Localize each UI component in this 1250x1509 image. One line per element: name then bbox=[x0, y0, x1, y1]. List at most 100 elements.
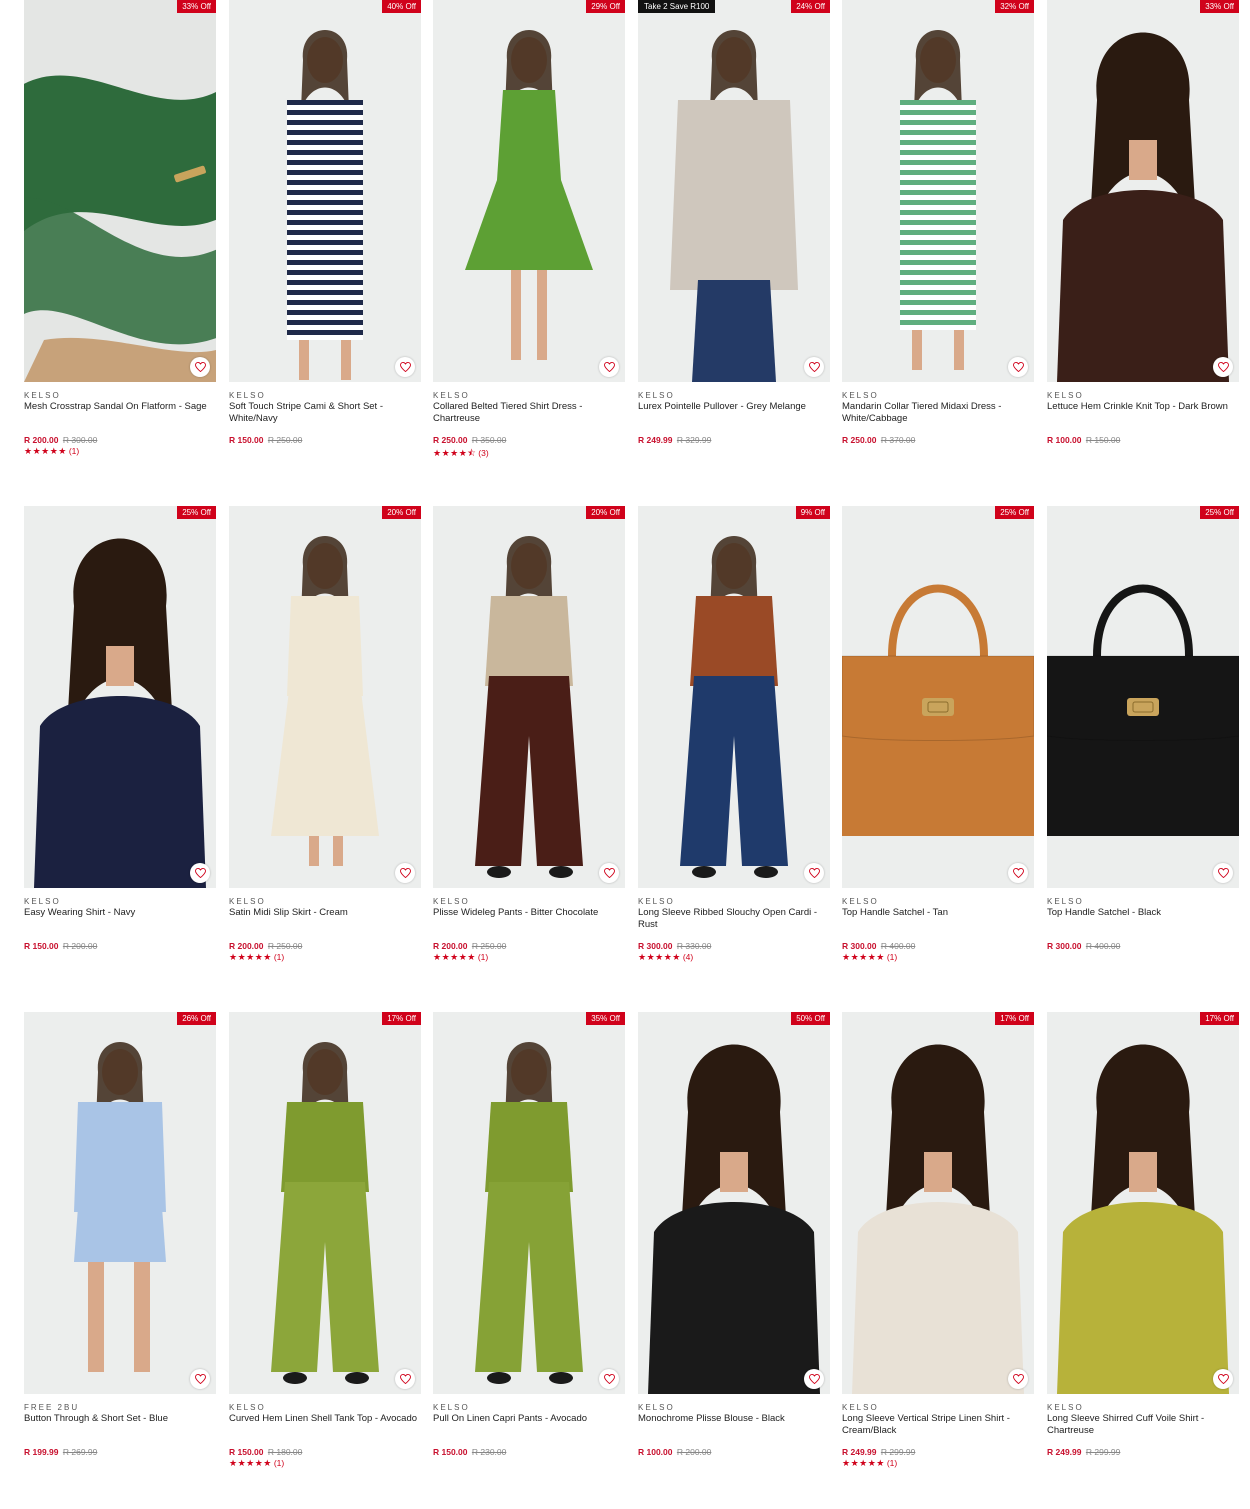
product-image[interactable]: 25% Off bbox=[24, 506, 216, 888]
product-image[interactable]: 32% Off bbox=[842, 0, 1034, 382]
product-card[interactable]: 32% Off KELSO Mandarin Collar Tiered Mida… bbox=[842, 0, 1034, 480]
wishlist-button[interactable] bbox=[1213, 1369, 1233, 1389]
product-image[interactable]: 33% Off bbox=[24, 0, 216, 382]
product-card[interactable]: 17% Off KELSO Long Sleeve Shirred Cuff Vo… bbox=[1047, 1012, 1239, 1492]
product-card[interactable]: Take 2 Save R100 24% Off KELSO Lurex Point… bbox=[638, 0, 830, 480]
product-card[interactable]: 33% Off KELSO Lettuce Hem Crinkle Knit To… bbox=[1047, 0, 1239, 480]
product-image[interactable]: Take 2 Save R100 24% Off bbox=[638, 0, 830, 382]
product-image[interactable]: 26% Off bbox=[24, 1012, 216, 1394]
wishlist-button[interactable] bbox=[395, 1369, 415, 1389]
wishlist-button[interactable] bbox=[1008, 357, 1028, 377]
sale-price: R 249.99 bbox=[638, 435, 673, 445]
star-rating[interactable]: ★★★★⯪ (3) bbox=[433, 446, 489, 462]
product-brand: KELSO bbox=[842, 897, 879, 906]
discount-badge: 25% Off bbox=[1200, 506, 1239, 519]
original-price: R 250.00 bbox=[267, 435, 303, 445]
wishlist-button[interactable] bbox=[599, 1369, 619, 1389]
price-row: R 200.00 R 300.00 bbox=[24, 435, 97, 445]
star-rating[interactable]: ★★★★★ (4) bbox=[638, 952, 693, 963]
product-name[interactable]: Easy Wearing Shirt - Navy bbox=[24, 907, 216, 919]
sale-price: R 200.00 bbox=[433, 941, 468, 951]
wishlist-button[interactable] bbox=[190, 863, 210, 883]
product-image[interactable]: 17% Off bbox=[229, 1012, 421, 1394]
product-image[interactable]: 20% Off bbox=[229, 506, 421, 888]
product-card[interactable]: 17% Off KELSO Curved Hem Linen Shell Tank… bbox=[229, 1012, 421, 1492]
product-image[interactable]: 9% Off bbox=[638, 506, 830, 888]
product-image[interactable]: 17% Off bbox=[1047, 1012, 1239, 1394]
product-card[interactable]: 26% Off FREE 2BU Button Through & Short S… bbox=[24, 1012, 216, 1492]
wishlist-button[interactable] bbox=[599, 863, 619, 883]
product-image[interactable]: 25% Off bbox=[1047, 506, 1239, 888]
product-name[interactable]: Collared Belted Tiered Shirt Dress - Cha… bbox=[433, 401, 625, 424]
wishlist-button[interactable] bbox=[395, 863, 415, 883]
product-card[interactable]: 9% Off KELSO Long Sleeve Ribbed Slouchy O… bbox=[638, 506, 830, 986]
product-card[interactable]: 33% Off KELSO Mesh Crosstrap Sandal On Fl… bbox=[24, 0, 216, 480]
price-row: R 300.00 R 330.00 bbox=[638, 941, 711, 951]
product-card[interactable]: 20% Off KELSO Satin Midi Slip Skirt - Cre… bbox=[229, 506, 421, 986]
product-card[interactable]: 50% Off KELSO Monochrome Plisse Blouse - … bbox=[638, 1012, 830, 1492]
product-image[interactable]: 25% Off bbox=[842, 506, 1034, 888]
original-price: R 300.00 bbox=[62, 435, 98, 445]
product-name[interactable]: Monochrome Plisse Blouse - Black bbox=[638, 1413, 830, 1425]
product-image[interactable]: 29% Off bbox=[433, 0, 625, 382]
product-name[interactable]: Mesh Crosstrap Sandal On Flatform - Sage bbox=[24, 401, 216, 413]
sale-price: R 100.00 bbox=[638, 1447, 673, 1457]
product-image[interactable]: 17% Off bbox=[842, 1012, 1034, 1394]
product-image-illustration bbox=[229, 1012, 421, 1394]
price-row: R 249.99 R 329.99 bbox=[638, 435, 711, 445]
wishlist-button[interactable] bbox=[1008, 1369, 1028, 1389]
star-rating[interactable]: ★★★★★ (1) bbox=[229, 952, 284, 963]
product-card[interactable]: 20% Off KELSO Plisse Wideleg Pants - Bitt… bbox=[433, 506, 625, 986]
wishlist-button[interactable] bbox=[395, 357, 415, 377]
product-name[interactable]: Curved Hem Linen Shell Tank Top - Avocad… bbox=[229, 1413, 421, 1425]
product-image[interactable]: 35% Off bbox=[433, 1012, 625, 1394]
star-rating[interactable]: ★★★★★ (1) bbox=[842, 1458, 897, 1469]
wishlist-button[interactable] bbox=[1213, 357, 1233, 377]
product-name[interactable]: Mandarin Collar Tiered Midaxi Dress - Wh… bbox=[842, 401, 1034, 424]
product-brand: KELSO bbox=[842, 391, 879, 400]
price-row: R 200.00 R 250.00 bbox=[229, 941, 302, 951]
product-card[interactable]: 25% Off KELSO Top Handle Satchel - Black R… bbox=[1047, 506, 1239, 986]
wishlist-button[interactable] bbox=[804, 357, 824, 377]
product-name[interactable]: Satin Midi Slip Skirt - Cream bbox=[229, 907, 421, 919]
product-name[interactable]: Long Sleeve Ribbed Slouchy Open Cardi - … bbox=[638, 907, 830, 930]
product-name[interactable]: Lettuce Hem Crinkle Knit Top - Dark Brow… bbox=[1047, 401, 1239, 413]
product-card[interactable]: 35% Off KELSO Pull On Linen Capri Pants -… bbox=[433, 1012, 625, 1492]
star-rating[interactable]: ★★★★★ (1) bbox=[24, 446, 79, 457]
sale-price: R 249.99 bbox=[1047, 1447, 1082, 1457]
product-name[interactable]: Long Sleeve Vertical Stripe Linen Shirt … bbox=[842, 1413, 1034, 1436]
product-image[interactable]: 33% Off bbox=[1047, 0, 1239, 382]
product-name[interactable]: Button Through & Short Set - Blue bbox=[24, 1413, 216, 1425]
stars: ★★★★★ bbox=[842, 1458, 885, 1468]
product-card[interactable]: 40% Off KELSO Soft Touch Stripe Cami & Sh… bbox=[229, 0, 421, 480]
wishlist-button[interactable] bbox=[804, 1369, 824, 1389]
sale-price: R 249.99 bbox=[842, 1447, 877, 1457]
product-card[interactable]: 25% Off KELSO Easy Wearing Shirt - Navy R … bbox=[24, 506, 216, 986]
stars: ★★★★★ bbox=[433, 952, 476, 962]
product-name[interactable]: Plisse Wideleg Pants - Bitter Chocolate bbox=[433, 907, 625, 919]
wishlist-button[interactable] bbox=[1008, 863, 1028, 883]
product-image[interactable]: 40% Off bbox=[229, 0, 421, 382]
product-card[interactable]: 29% Off KELSO Collared Belted Tiered Shir… bbox=[433, 0, 625, 480]
star-rating[interactable]: ★★★★★ (1) bbox=[842, 952, 897, 963]
original-price: R 400.00 bbox=[1085, 941, 1121, 951]
wishlist-button[interactable] bbox=[804, 863, 824, 883]
star-rating[interactable]: ★★★★★ (1) bbox=[229, 1458, 284, 1469]
wishlist-button[interactable] bbox=[599, 357, 619, 377]
wishlist-button[interactable] bbox=[1213, 863, 1233, 883]
stars: ★★★★⯪ bbox=[433, 448, 477, 458]
product-card[interactable]: 17% Off KELSO Long Sleeve Vertical Stripe… bbox=[842, 1012, 1034, 1492]
wishlist-button[interactable] bbox=[190, 357, 210, 377]
product-name[interactable]: Lurex Pointelle Pullover - Grey Melange bbox=[638, 401, 830, 413]
product-image[interactable]: 20% Off bbox=[433, 506, 625, 888]
star-rating[interactable]: ★★★★★ (1) bbox=[433, 952, 488, 963]
product-card[interactable]: 25% Off KELSO Top Handle Satchel - Tan R 3… bbox=[842, 506, 1034, 986]
product-name[interactable]: Long Sleeve Shirred Cuff Voile Shirt - C… bbox=[1047, 1413, 1239, 1436]
wishlist-button[interactable] bbox=[190, 1369, 210, 1389]
product-image[interactable]: 50% Off bbox=[638, 1012, 830, 1394]
product-name[interactable]: Pull On Linen Capri Pants - Avocado bbox=[433, 1413, 625, 1425]
product-name[interactable]: Top Handle Satchel - Tan bbox=[842, 907, 1034, 919]
product-name[interactable]: Soft Touch Stripe Cami & Short Set - Whi… bbox=[229, 401, 421, 424]
product-grid: 33% Off KELSO Mesh Crosstrap Sandal On Fl… bbox=[0, 0, 1250, 1509]
product-name[interactable]: Top Handle Satchel - Black bbox=[1047, 907, 1239, 919]
